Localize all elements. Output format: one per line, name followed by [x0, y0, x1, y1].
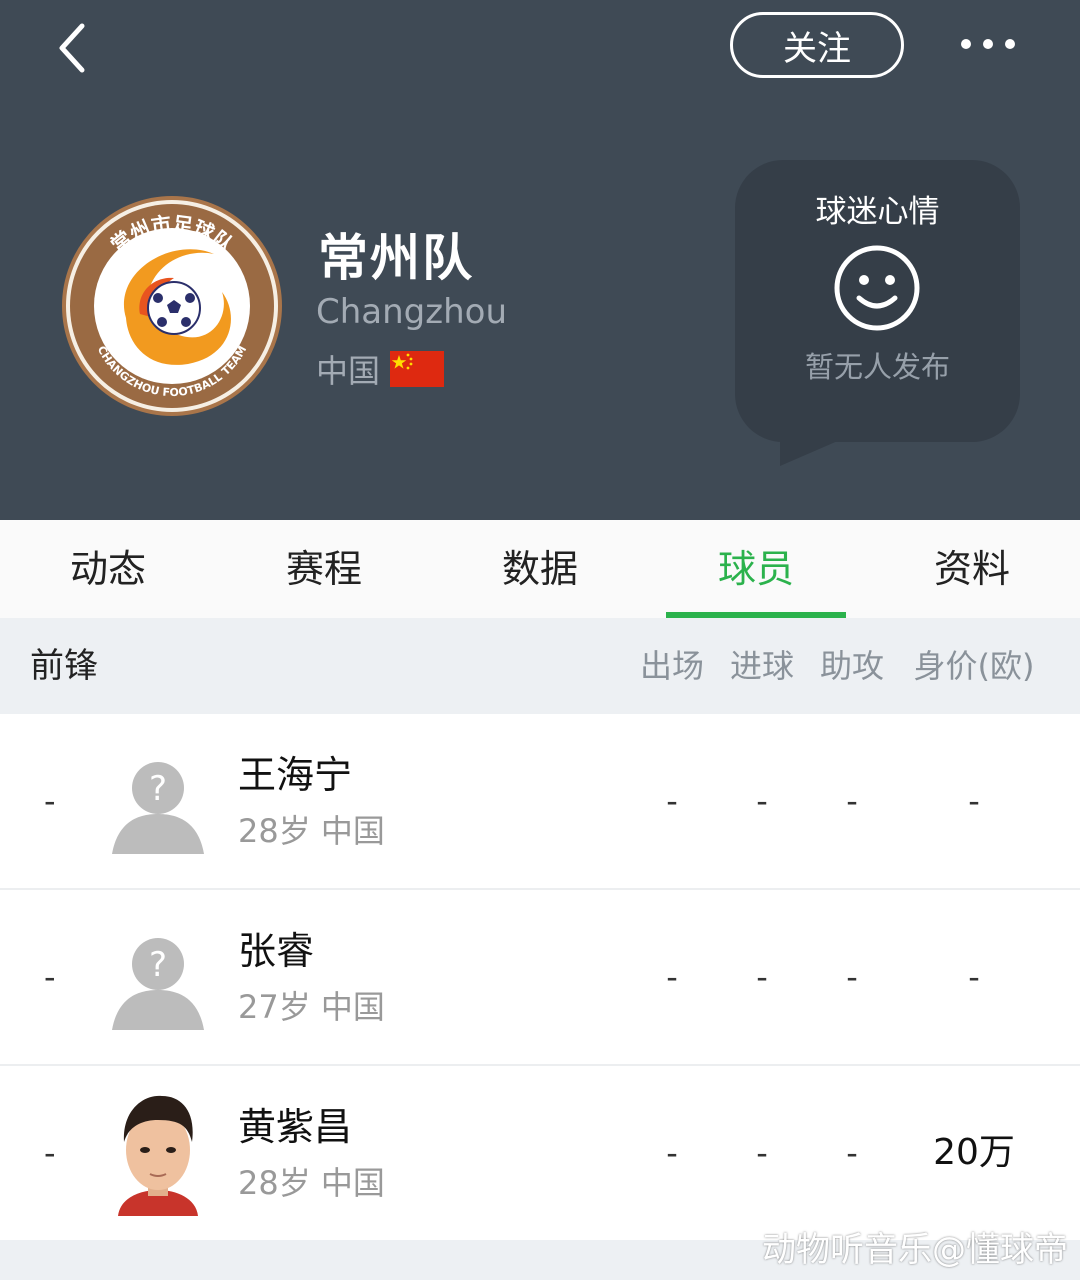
- player-age: 27岁: [238, 988, 311, 1026]
- player-value: -: [968, 958, 980, 996]
- tab-stats[interactable]: 数据: [432, 520, 648, 618]
- more-options-icon[interactable]: [956, 30, 1020, 58]
- player-value: 20万: [933, 1132, 1015, 1173]
- player-number: -: [44, 1134, 56, 1172]
- team-country: 中国: [316, 346, 445, 392]
- tab-label: 数据: [501, 547, 578, 591]
- player-age: 28岁: [238, 1164, 311, 1202]
- country-name: 中国: [316, 352, 381, 390]
- player-row[interactable]: - ? 王海宁 28岁 中国 - - - -: [0, 714, 1080, 890]
- tab-label: 动态: [69, 547, 146, 591]
- column-header-assists[interactable]: 助攻: [812, 618, 892, 714]
- team-name-en: Changzhou: [316, 292, 508, 332]
- column-header-apps[interactable]: 出场: [632, 618, 712, 714]
- player-meta: 27岁 中国: [238, 982, 385, 1028]
- player-row[interactable]: - ? 张睿 27岁 中国 - - - -: [0, 890, 1080, 1066]
- bubble-tail: [780, 440, 840, 466]
- column-header-goals[interactable]: 进球: [722, 618, 802, 714]
- player-country: 中国: [320, 988, 385, 1026]
- tab-feed[interactable]: 动态: [0, 520, 216, 618]
- player-apps: -: [666, 782, 678, 820]
- player-apps: -: [666, 1134, 678, 1172]
- tab-schedule[interactable]: 赛程: [216, 520, 432, 618]
- svg-text:?: ?: [149, 945, 167, 985]
- player-goals: -: [756, 782, 768, 820]
- player-avatar-placeholder-icon: ?: [112, 938, 204, 1030]
- fan-mood-title: 球迷心情: [815, 194, 940, 230]
- player-assists: -: [846, 1134, 858, 1172]
- player-name: 黄紫昌: [238, 1105, 353, 1149]
- fan-mood-bubble[interactable]: 球迷心情 暂无人发布: [735, 160, 1020, 442]
- player-country: 中国: [320, 1164, 385, 1202]
- smiley-icon: [834, 245, 920, 331]
- player-goals: -: [756, 958, 768, 996]
- position-section-header: 前锋 出场 进球 助攻 身价(欧): [0, 618, 1080, 714]
- column-header-value[interactable]: 身价(欧): [904, 618, 1044, 714]
- player-photo-avatar: [118, 1095, 198, 1216]
- follow-button[interactable]: 关注: [730, 12, 904, 78]
- tab-label: 资料: [933, 547, 1010, 591]
- tab-info[interactable]: 资料: [864, 520, 1080, 618]
- player-meta: 28岁 中国: [238, 806, 385, 852]
- player-apps: -: [666, 958, 678, 996]
- position-title: 前锋: [30, 646, 98, 686]
- team-header: 关注 常州市足球队 CHANGZHOU FOOTBALL TEAM 常州队 Ch…: [0, 0, 1080, 520]
- watermark: 动物听音乐@懂球帝: [762, 1230, 1068, 1270]
- back-arrow-icon[interactable]: [52, 22, 96, 78]
- player-name: 王海宁: [238, 753, 353, 797]
- china-flag-icon: [390, 351, 445, 387]
- player-number: -: [44, 958, 56, 996]
- team-logo: 常州市足球队 CHANGZHOU FOOTBALL TEAM: [62, 196, 282, 416]
- player-country: 中国: [320, 812, 385, 850]
- player-assists: -: [846, 958, 858, 996]
- player-age: 28岁: [238, 812, 311, 850]
- fan-mood-empty-text: 暂无人发布: [804, 350, 950, 384]
- player-row[interactable]: - 黄紫昌 28岁 中国 - - - 20万: [0, 1066, 1080, 1242]
- player-value: -: [968, 782, 980, 820]
- tab-players[interactable]: 球员: [648, 520, 864, 618]
- player-goals: -: [756, 1134, 768, 1172]
- svg-text:?: ?: [149, 769, 167, 809]
- player-number: -: [44, 782, 56, 820]
- player-name: 张睿: [238, 929, 315, 973]
- player-assists: -: [846, 782, 858, 820]
- team-name-cn: 常州队: [318, 229, 474, 287]
- player-avatar-placeholder-icon: ?: [112, 762, 204, 854]
- tab-label: 球员: [717, 547, 794, 591]
- tab-bar: 动态 赛程 数据 球员 资料: [0, 520, 1080, 619]
- player-meta: 28岁 中国: [238, 1158, 385, 1204]
- tab-label: 赛程: [285, 547, 362, 591]
